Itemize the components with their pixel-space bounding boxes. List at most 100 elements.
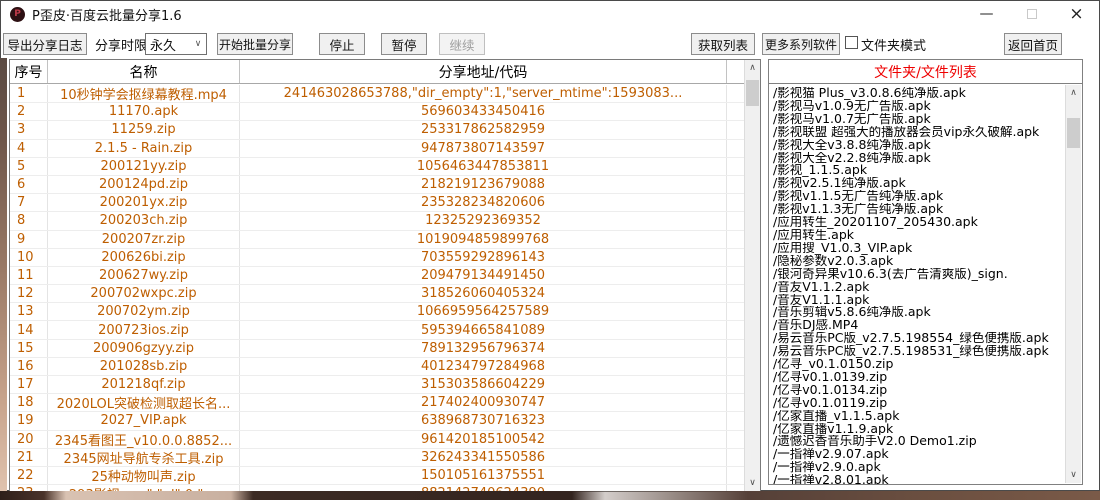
table-row[interactable]: 211170.apk569603433450416 xyxy=(10,103,744,121)
back-home-button[interactable]: 返回首页 xyxy=(1004,33,1062,55)
table-row[interactable]: 311259.zip253317862582959 xyxy=(10,121,744,139)
table-row[interactable]: 8200203ch.zip12325292369352 xyxy=(10,212,744,230)
row-share-code-cell: 209479134491450 xyxy=(240,267,727,284)
file-list-scrollbar[interactable]: ∧ ∨ xyxy=(1065,85,1081,483)
table-row[interactable]: 192027_VIP.apk638968730716323 xyxy=(10,412,744,430)
table-row[interactable]: 12200702wxpc.zip318526060405324 xyxy=(10,285,744,303)
table-row[interactable]: 110秒钟学会抠绿幕教程.mp4241463028653788,"dir_emp… xyxy=(10,85,744,103)
table-scrollbar[interactable]: ∧ ∨ xyxy=(744,60,760,491)
row-name-cell: 2345看图王_v10.0.0.8852... xyxy=(48,431,240,448)
file-list-item[interactable]: /亿家直播v1.1.9.apk xyxy=(773,423,1063,436)
stop-button[interactable]: 停止 xyxy=(319,33,365,55)
scroll-down-icon[interactable]: ∨ xyxy=(1066,467,1081,483)
table-row[interactable]: 14200723ios.zip595394665841089 xyxy=(10,321,744,339)
row-name-cell: 10秒钟学会抠绿幕教程.mp4 xyxy=(48,85,240,102)
file-list-item[interactable]: /亿寻_v0.1.0150.zip xyxy=(773,358,1063,371)
row-index-cell: 22 xyxy=(10,467,48,484)
file-list-item[interactable]: /音友V1.1.1.apk xyxy=(773,294,1063,307)
window-title: P歪皮·百度云批量分享1.6 xyxy=(32,5,182,24)
file-list-item[interactable]: /音友V1.1.2.apk xyxy=(773,281,1063,294)
table-row[interactable]: 212345网址导航专杀工具.zip326243341550586 xyxy=(10,449,744,467)
file-list-item[interactable]: /应用转生.apk xyxy=(773,229,1063,242)
file-list-item[interactable]: /影视v2.5.1纯净版.apk xyxy=(773,177,1063,190)
file-list-item[interactable]: /影视_1.1.5.apk xyxy=(773,164,1063,177)
table-row[interactable]: 10200626bi.zip703559292896143 xyxy=(10,249,744,267)
table-row[interactable]: 2225种动物叫声.zip150105161375551 xyxy=(10,467,744,485)
table-row[interactable]: 16201028sb.zip401234797284968 xyxy=(10,358,744,376)
file-list-scrollbar-thumb[interactable] xyxy=(1067,118,1080,148)
row-index-cell: 9 xyxy=(10,231,48,248)
column-header-share-code[interactable]: 分享地址/代码 xyxy=(240,60,727,83)
file-list-item[interactable]: /亿寻v0.1.0134.zip xyxy=(773,384,1063,397)
resume-button[interactable]: 继续 xyxy=(439,33,485,55)
file-list-item[interactable]: /一指禅v2.8.01.apk xyxy=(773,474,1063,484)
table-row[interactable]: 9200207zr.zip1019094859899768 xyxy=(10,231,744,249)
file-list-item[interactable]: /一指禅v2.9.0.apk xyxy=(773,461,1063,474)
row-filler-cell xyxy=(727,376,744,393)
table-row[interactable]: 13200702ym.zip1066959564257589 xyxy=(10,303,744,321)
close-button[interactable]: × xyxy=(1054,1,1099,27)
file-list-item[interactable]: /银河奇异果v10.6.3(去广告清爽版)_sign. xyxy=(773,268,1063,281)
file-list-item[interactable]: /遗憾迟香音乐助手V2.0 Demo1.zip xyxy=(773,435,1063,448)
export-log-button[interactable]: 导出分享日志 xyxy=(3,33,87,55)
file-list-item[interactable]: /易云音乐PC版_v2.7.5.198554_绿色便携版.apk xyxy=(773,332,1063,345)
table-row[interactable]: 15200906gzyy.zip789132956796374 xyxy=(10,340,744,358)
file-list-item[interactable]: /亿寻v0.1.0139.zip xyxy=(773,371,1063,384)
share-time-select[interactable]: 永久 ∨ xyxy=(145,33,207,55)
row-filler-cell xyxy=(727,394,744,411)
file-list-item[interactable]: /影视v1.1.3无广告纯净版.apk xyxy=(773,203,1063,216)
file-list-item[interactable]: /影视v1.1.5无广告纯净版.apk xyxy=(773,190,1063,203)
table-scrollbar-thumb[interactable] xyxy=(746,80,759,106)
table-row[interactable]: 7200201yx.zip235328234820606 xyxy=(10,194,744,212)
file-list-item[interactable]: /亿寻v0.1.0119.zip xyxy=(773,397,1063,410)
file-list-item[interactable]: /影视马v1.0.7无广告版.apk xyxy=(773,113,1063,126)
more-software-button[interactable]: 更多系列软件 xyxy=(762,33,840,55)
row-name-cell: 200627wy.zip xyxy=(48,267,240,284)
desktop-left-sliver xyxy=(0,58,7,500)
row-filler-cell xyxy=(727,467,744,484)
get-list-button[interactable]: 获取列表 xyxy=(691,33,755,55)
share-table-body: 110秒钟学会抠绿幕教程.mp4241463028653788,"dir_emp… xyxy=(10,85,744,491)
file-list-item[interactable]: /影视马v1.0.9无广告版.apk xyxy=(773,100,1063,113)
column-header-name[interactable]: 名称 xyxy=(48,60,240,83)
minimize-button[interactable]: — xyxy=(964,1,1009,27)
table-row[interactable]: 202345看图王_v10.0.0.8852...961420185100542 xyxy=(10,431,744,449)
table-row[interactable]: 11200627wy.zip209479134491450 xyxy=(10,267,744,285)
row-index-cell: 1 xyxy=(10,85,48,102)
scroll-down-icon[interactable]: ∨ xyxy=(745,475,760,491)
scroll-up-icon[interactable]: ∧ xyxy=(745,60,760,76)
table-row[interactable]: 42.1.5 - Rain.zip947873807143597 xyxy=(10,140,744,158)
scroll-up-icon[interactable]: ∧ xyxy=(1066,85,1081,101)
table-row[interactable]: 17201218qf.zip315303586604229 xyxy=(10,376,744,394)
row-index-cell: 20 xyxy=(10,431,48,448)
file-list-item[interactable]: /隐秘参数v2.0.3.apk xyxy=(773,255,1063,268)
file-list-item[interactable]: /影视大全v3.8.8纯净版.apk xyxy=(773,139,1063,152)
start-batch-share-button[interactable]: 开始批量分享 xyxy=(217,33,293,55)
folder-mode-label: 文件夹模式 xyxy=(861,35,926,54)
pause-button[interactable]: 暂停 xyxy=(381,33,427,55)
file-list-item[interactable]: /影视猫 Plus_v3.0.8.6纯净版.apk xyxy=(773,87,1063,100)
file-list-item[interactable]: /影视联盟 超强大的播放器会员vip永久破解.apk xyxy=(773,126,1063,139)
file-list-item[interactable]: /影视大全v2.2.8纯净版.apk xyxy=(773,152,1063,165)
column-header-index[interactable]: 序号 xyxy=(10,60,48,83)
row-filler-cell xyxy=(727,158,744,175)
row-name-cell: 11259.zip xyxy=(48,121,240,138)
table-row[interactable]: 5200121yy.zip1056463447853811 xyxy=(10,158,744,176)
row-filler-cell xyxy=(727,303,744,320)
table-row[interactable]: 6200124pd.zip218219123679088 xyxy=(10,176,744,194)
folder-mode-checkbox[interactable] xyxy=(845,36,858,49)
row-name-cell: 200702wxpc.zip xyxy=(48,285,240,302)
file-list-item[interactable]: /易云音乐PC版_v2.7.5.198531_绿色便携版.apk xyxy=(773,345,1063,358)
table-row[interactable]: 182020LOL突破检测取超长名...217402400930747 xyxy=(10,394,744,412)
row-share-code-cell: 961420185100542 xyxy=(240,431,727,448)
file-list-item[interactable]: /应用转生_20201107_205430.apk xyxy=(773,216,1063,229)
file-list-item[interactable]: /一指禅v2.9.07.apk xyxy=(773,448,1063,461)
file-list-item[interactable]: /应用搜_V1.0.3_VIP.apk xyxy=(773,242,1063,255)
file-list-item[interactable]: /亿家直播_v1.1.5.apk xyxy=(773,410,1063,423)
row-index-cell: 13 xyxy=(10,303,48,320)
row-index-cell: 8 xyxy=(10,212,48,229)
maximize-button[interactable] xyxy=(1009,1,1054,27)
file-list-item[interactable]: /音乐DJ感.MP4 xyxy=(773,319,1063,332)
row-name-cell: 200203ch.zip xyxy=(48,212,240,229)
file-list-item[interactable]: /音乐剪辑v5.8.6纯净版.apk xyxy=(773,306,1063,319)
